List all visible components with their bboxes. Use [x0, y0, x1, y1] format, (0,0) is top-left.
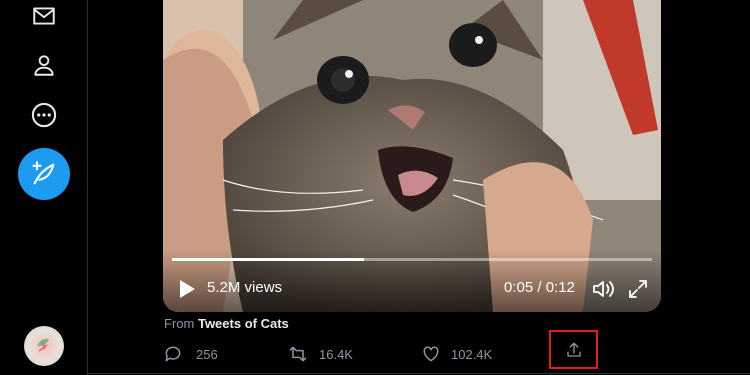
retweet-button[interactable]: 16.4K	[287, 343, 353, 365]
like-count: 102.4K	[451, 346, 493, 362]
progress-fill	[172, 258, 364, 261]
progress-bar[interactable]	[172, 258, 652, 261]
heart-icon	[423, 346, 439, 362]
volume-icon[interactable]	[591, 278, 615, 300]
video-time: 0:05 / 0:12	[504, 279, 575, 296]
video-player[interactable]: 5.2M views 0:05 / 0:12	[163, 0, 661, 312]
compose-tweet-button[interactable]	[18, 148, 70, 200]
avatar[interactable]	[24, 326, 64, 366]
like-button[interactable]: 102.4K	[421, 343, 492, 365]
share-icon	[566, 342, 581, 357]
play-icon[interactable]	[177, 278, 197, 300]
fullscreen-icon[interactable]	[627, 278, 649, 300]
reply-icon	[165, 346, 181, 362]
retweet-count: 16.4K	[319, 346, 353, 362]
compose-tweet-icon	[32, 161, 55, 185]
from-prefix: From	[164, 316, 195, 331]
more-icon[interactable]	[28, 99, 60, 131]
bottom-divider	[87, 373, 750, 374]
reply-count: 256	[196, 346, 218, 362]
profile-icon[interactable]	[28, 49, 60, 81]
reply-button[interactable]: 256	[163, 343, 218, 365]
video-source: From Tweets of Cats	[164, 316, 289, 331]
source-link[interactable]: Tweets of Cats	[198, 316, 289, 331]
video-controls: 5.2M views 0:05 / 0:12	[163, 250, 661, 312]
messages-icon[interactable]	[28, 0, 60, 32]
view-count: 5.2M views	[207, 279, 283, 296]
sidebar-divider	[87, 0, 88, 375]
share-button[interactable]	[549, 330, 598, 369]
retweet-icon	[289, 346, 307, 362]
